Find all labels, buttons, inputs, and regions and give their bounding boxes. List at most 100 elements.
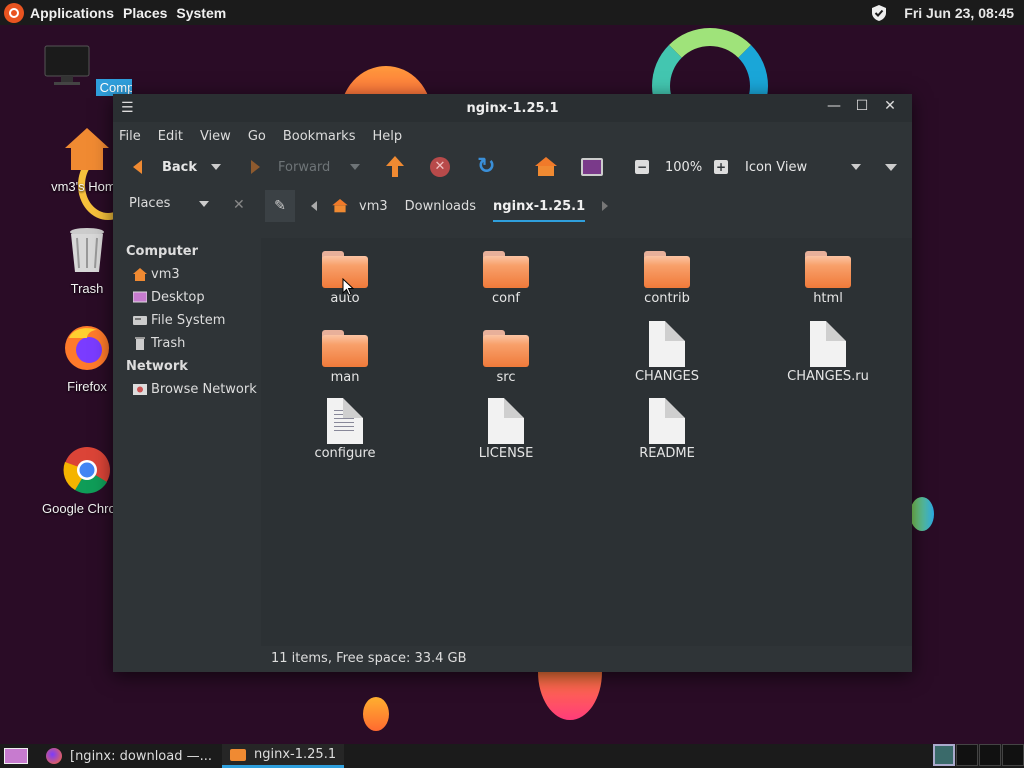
file-name: contrib	[644, 291, 690, 306]
show-desktop-icon[interactable]	[4, 748, 28, 764]
forward-arrow-icon	[251, 160, 260, 174]
back-history-dropdown[interactable]	[211, 150, 221, 184]
window-menu-icon[interactable]: ☰	[121, 100, 134, 116]
home-folder-icon	[65, 128, 109, 170]
wallpaper-shape	[910, 497, 934, 531]
menu-edit[interactable]: Edit	[158, 129, 183, 144]
workspace-3[interactable]	[979, 744, 1001, 766]
home-icon[interactable]	[332, 199, 348, 213]
folder-icon	[805, 251, 851, 289]
stop-button[interactable]: ✕	[430, 150, 450, 184]
back-label: Back	[162, 159, 198, 175]
view-mode-label: Icon View	[745, 159, 808, 175]
folder-icon	[483, 251, 529, 289]
workspace-4[interactable]	[1002, 744, 1024, 766]
file-name: conf	[492, 291, 520, 306]
task-label: [nginx: download —...	[70, 748, 213, 764]
document-icon	[649, 398, 685, 444]
sidebar-item-trash[interactable]: Trash	[113, 332, 261, 355]
zoom-out-button[interactable]: −	[635, 150, 649, 184]
chrome-icon	[63, 447, 110, 494]
menu-file[interactable]: File	[119, 129, 141, 144]
zoom-in-icon: +	[714, 160, 728, 174]
file-item-readme[interactable]: README	[607, 398, 727, 461]
breadcrumb-current[interactable]: nginx-1.25.1	[493, 199, 586, 222]
sidebar-item-label: vm3	[151, 267, 180, 282]
file-view[interactable]: auto conf contrib html man src CHANGES C…	[261, 238, 912, 646]
computer-button[interactable]	[581, 150, 603, 184]
menubar: File Edit View Go Bookmarks Help	[113, 122, 912, 150]
reload-button[interactable]: ↻	[477, 150, 495, 184]
forward-button[interactable]: Forward	[251, 150, 330, 184]
breadcrumb-downloads[interactable]: Downloads	[405, 199, 476, 214]
places-label: Places	[129, 196, 171, 211]
wallpaper-shape	[363, 697, 389, 731]
file-item-html[interactable]: html	[768, 251, 888, 306]
breadcrumb-left-icon[interactable]	[311, 201, 317, 211]
file-name: configure	[314, 446, 376, 461]
file-item-configure[interactable]: configure	[285, 398, 405, 461]
back-button[interactable]: Back	[133, 150, 197, 184]
minimize-icon[interactable]: —	[820, 98, 848, 114]
sidebar-item-browse-network[interactable]: Browse Network	[113, 378, 261, 401]
sidebar-item-file-system[interactable]: File System	[113, 309, 261, 332]
file-item-changes[interactable]: CHANGES	[607, 321, 727, 384]
toolbar-overflow-button[interactable]	[885, 150, 897, 184]
top-panel-tray: Fri Jun 23, 08:45	[870, 0, 1014, 25]
view-mode-select[interactable]: Icon View	[745, 150, 861, 184]
trash-icon	[135, 337, 145, 350]
places-sidebar: Computer vm3 Desktop File System Trash N…	[113, 238, 261, 646]
bottom-panel: [nginx: download —... nginx-1.25.1	[0, 744, 1024, 768]
taskbar-item-firefox[interactable]: [nginx: download —...	[38, 744, 220, 768]
wallpaper-shape	[538, 672, 602, 720]
up-arrow-icon	[385, 156, 405, 178]
file-name: html	[813, 291, 843, 306]
folder-icon	[230, 748, 247, 761]
clock[interactable]: Fri Jun 23, 08:45	[904, 5, 1014, 21]
drive-icon	[133, 316, 147, 325]
desktop-icon-computer[interactable]: Computer	[42, 44, 132, 96]
forward-history-dropdown[interactable]	[350, 150, 360, 184]
home-button[interactable]	[535, 150, 557, 184]
file-item-src[interactable]: src	[446, 326, 566, 385]
workspace-2[interactable]	[956, 744, 978, 766]
menu-bookmarks[interactable]: Bookmarks	[283, 129, 356, 144]
sidebar-mode-select[interactable]: Places	[129, 196, 249, 211]
up-button[interactable]	[385, 150, 405, 184]
breadcrumb-right-icon[interactable]	[602, 201, 609, 211]
sidebar-item-label: Browse Network	[151, 382, 257, 397]
sidebar-header-network: Network	[126, 359, 188, 374]
file-item-contrib[interactable]: contrib	[607, 251, 727, 306]
file-item-conf[interactable]: conf	[446, 251, 566, 306]
sidebar-item-desktop[interactable]: Desktop	[113, 286, 261, 309]
titlebar[interactable]: ☰ nginx-1.25.1 — ☐ ✕	[113, 94, 912, 122]
workspace-1[interactable]	[933, 744, 955, 766]
breadcrumb: vm3 Downloads nginx-1.25.1	[311, 184, 609, 228]
computer-icon	[581, 158, 603, 176]
zoom-in-button[interactable]: +	[714, 150, 728, 184]
ubuntu-logo-icon[interactable]	[4, 2, 24, 23]
applications-menu[interactable]: Applications	[30, 5, 114, 21]
menu-go[interactable]: Go	[248, 129, 266, 144]
network-icon	[133, 384, 147, 395]
chevron-down-icon	[885, 163, 897, 171]
file-item-man[interactable]: man	[285, 326, 405, 385]
mouse-cursor-icon	[342, 278, 354, 296]
sidebar-item-vm3[interactable]: vm3	[113, 263, 261, 286]
close-icon[interactable]: ✕	[876, 98, 904, 114]
places-menu[interactable]: Places	[123, 5, 167, 21]
document-icon	[810, 321, 846, 367]
file-item-license[interactable]: LICENSE	[446, 398, 566, 461]
shield-icon[interactable]	[870, 4, 888, 22]
edit-location-button[interactable]: ✎	[265, 190, 295, 222]
menu-help[interactable]: Help	[372, 129, 402, 144]
breadcrumb-vm3[interactable]: vm3	[359, 199, 388, 214]
file-item-changes-ru[interactable]: CHANGES.ru	[768, 321, 888, 384]
maximize-icon[interactable]: ☐	[848, 98, 876, 114]
taskbar-item-file-manager[interactable]: nginx-1.25.1	[222, 744, 345, 768]
trash-icon	[70, 228, 104, 272]
system-menu[interactable]: System	[176, 5, 226, 21]
menu-view[interactable]: View	[200, 129, 231, 144]
status-bar: 11 items, Free space: 33.4 GB	[261, 646, 912, 672]
close-sidebar-icon[interactable]: ✕	[233, 197, 245, 213]
